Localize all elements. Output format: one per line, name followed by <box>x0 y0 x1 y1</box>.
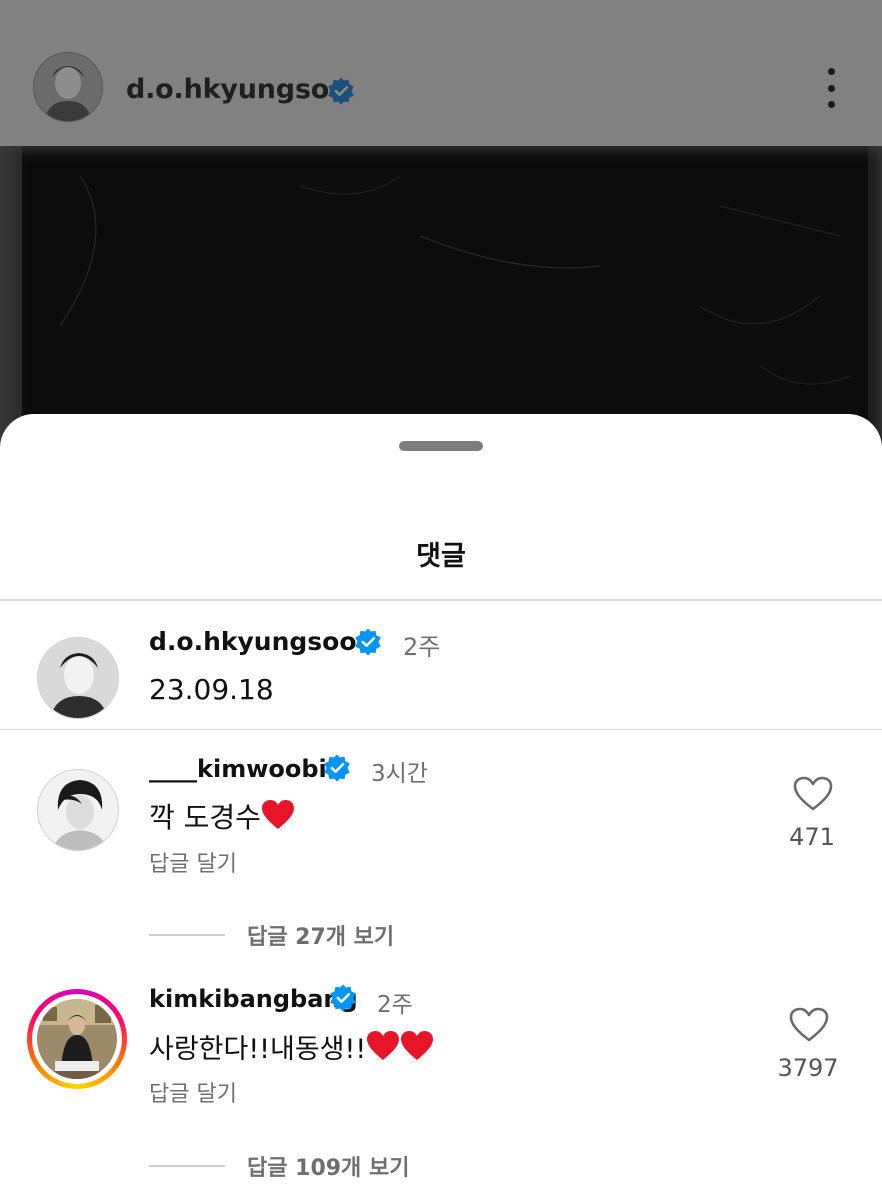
view-replies-label: 답글 27개 보기 <box>247 925 395 950</box>
comment-text: 사랑한다!!내동생!! <box>149 1027 434 1066</box>
post-image <box>0 146 882 446</box>
post-author-username[interactable]: d.o.hkyungsoo <box>126 74 348 105</box>
divider <box>0 599 882 601</box>
verified-icon <box>328 77 354 105</box>
like-count: 3797 <box>777 1054 839 1082</box>
comments-sheet: 댓글 d.o.hkyungsoo 2주 23.09.18 ____kimwoob… <box>0 414 882 1200</box>
replies-divider-line <box>149 1165 225 1167</box>
caption-author-username[interactable]: d.o.hkyungsoo <box>149 627 357 656</box>
comment-text: 깍 도경수 <box>149 796 295 836</box>
reply-button[interactable]: 답글 달기 <box>149 1076 237 1108</box>
divider <box>0 729 882 730</box>
caption-author-avatar[interactable] <box>37 637 119 719</box>
comment-text-content: 사랑한다!!내동생!! <box>149 1034 367 1065</box>
verified-icon <box>355 628 381 656</box>
view-replies-label: 답글 109개 보기 <box>247 1156 410 1181</box>
comment-time: 2주 <box>377 992 413 1018</box>
like-count: 471 <box>789 823 835 851</box>
replies-divider-line <box>149 934 225 936</box>
red-heart-emoji <box>401 1031 434 1060</box>
red-heart-emoji <box>367 1031 400 1060</box>
drag-handle[interactable] <box>399 441 483 451</box>
heart-icon[interactable] <box>793 776 833 812</box>
red-heart-emoji <box>261 800 294 829</box>
heart-icon[interactable] <box>789 1007 829 1043</box>
comment-text-content: 깍 도경수 <box>149 801 261 834</box>
caption-time: 2주 <box>403 633 441 661</box>
caption-text: 23.09.18 <box>149 673 274 706</box>
comment-author-avatar[interactable] <box>37 769 119 851</box>
sheet-title: 댓글 <box>416 541 466 572</box>
reply-button[interactable]: 답글 달기 <box>149 846 237 878</box>
post-header: d.o.hkyungsoo <box>0 0 882 146</box>
view-replies-button[interactable]: 답글 109개 보기 <box>149 1150 409 1182</box>
view-replies-button[interactable]: 답글 27개 보기 <box>149 919 394 951</box>
more-options-icon[interactable] <box>814 66 848 110</box>
comment-author-username[interactable]: kimkibangbang <box>149 985 358 1013</box>
comment-time: 3시간 <box>371 761 428 787</box>
post-author-avatar[interactable] <box>33 52 103 122</box>
verified-icon <box>324 754 350 782</box>
comment-author-username[interactable]: ____kimwoobin <box>149 755 344 783</box>
verified-icon <box>330 984 356 1012</box>
comment-author-avatar[interactable] <box>37 999 117 1079</box>
